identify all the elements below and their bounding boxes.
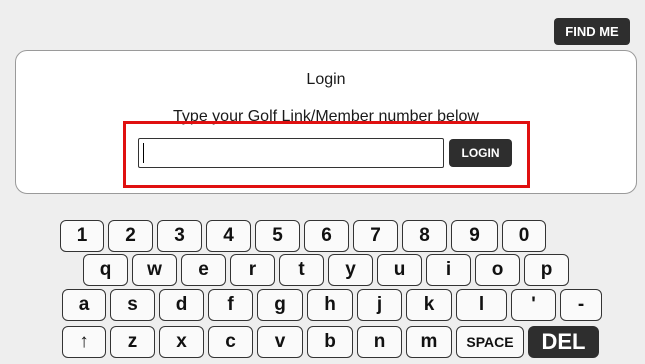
key-o[interactable]: o xyxy=(475,254,520,286)
key-j[interactable]: j xyxy=(357,289,402,321)
login-button[interactable]: LOGIN xyxy=(449,139,512,167)
key-q[interactable]: q xyxy=(83,254,128,286)
find-me-button[interactable]: FIND ME xyxy=(554,18,630,45)
key-g[interactable]: g xyxy=(257,289,303,321)
key-c[interactable]: c xyxy=(208,326,253,358)
key-a[interactable]: a xyxy=(62,289,106,321)
key-s[interactable]: s xyxy=(110,289,155,321)
key-i[interactable]: i xyxy=(426,254,471,286)
key-t[interactable]: t xyxy=(279,254,324,286)
key-hyphen[interactable]: - xyxy=(560,289,602,321)
key-v[interactable]: v xyxy=(257,326,303,358)
login-title: Login xyxy=(306,71,346,88)
key-h[interactable]: h xyxy=(307,289,353,321)
key-f[interactable]: f xyxy=(208,289,253,321)
key-x[interactable]: x xyxy=(159,326,204,358)
key-k[interactable]: k xyxy=(406,289,452,321)
key-1[interactable]: 1 xyxy=(60,220,104,252)
key-e[interactable]: e xyxy=(181,254,226,286)
member-number-input[interactable] xyxy=(138,138,444,168)
key-0[interactable]: 0 xyxy=(502,220,546,252)
shift-key[interactable]: ↑ xyxy=(62,326,106,358)
key-7[interactable]: 7 xyxy=(353,220,398,252)
key-apostrophe[interactable]: ' xyxy=(511,289,556,321)
key-w[interactable]: w xyxy=(132,254,177,286)
key-m[interactable]: m xyxy=(406,326,452,358)
key-l[interactable]: l xyxy=(456,289,507,321)
key-d[interactable]: d xyxy=(159,289,204,321)
key-4[interactable]: 4 xyxy=(206,220,251,252)
space-key[interactable]: SPACE xyxy=(456,326,524,358)
key-y[interactable]: y xyxy=(328,254,373,286)
key-b[interactable]: b xyxy=(307,326,353,358)
key-3[interactable]: 3 xyxy=(157,220,202,252)
key-9[interactable]: 9 xyxy=(451,220,498,252)
key-p[interactable]: p xyxy=(524,254,569,286)
key-n[interactable]: n xyxy=(357,326,402,358)
key-u[interactable]: u xyxy=(377,254,422,286)
key-8[interactable]: 8 xyxy=(402,220,447,252)
text-caret xyxy=(143,143,144,163)
key-r[interactable]: r xyxy=(230,254,275,286)
delete-key[interactable]: DEL xyxy=(528,326,599,358)
key-5[interactable]: 5 xyxy=(255,220,300,252)
key-z[interactable]: z xyxy=(110,326,155,358)
key-6[interactable]: 6 xyxy=(304,220,349,252)
key-2[interactable]: 2 xyxy=(108,220,153,252)
